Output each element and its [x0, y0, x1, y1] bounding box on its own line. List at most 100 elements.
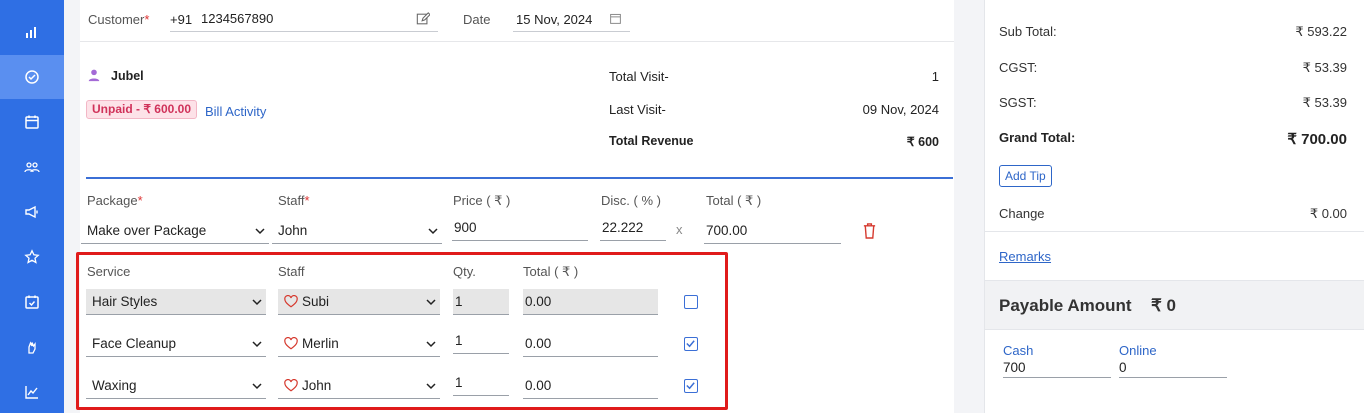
service-staff-select[interactable]: Subi	[278, 289, 440, 315]
package-staff-label: Staff*	[278, 193, 310, 208]
unpaid-badge: Unpaid - ₹ 600.00	[86, 100, 197, 119]
payable-value: ₹ 0	[1151, 296, 1176, 315]
package-value: Make over Package	[87, 223, 207, 238]
online-label: Online	[1119, 343, 1157, 358]
nav-reports[interactable]	[0, 370, 64, 413]
service-staff-value: Subi	[302, 294, 330, 309]
total-visit-value: 1	[931, 69, 939, 84]
payable-label: Payable Amount	[999, 296, 1132, 315]
qty-header: Qty.	[453, 264, 476, 279]
chevron-down-icon	[426, 341, 436, 348]
chevron-down-icon	[252, 299, 262, 306]
change-label: Change	[999, 206, 1045, 221]
service-total-header: Total ( ₹ )	[523, 264, 579, 279]
edit-icon[interactable]	[416, 12, 430, 26]
checkmark-icon	[686, 382, 695, 390]
total-revenue-value: ₹ 600	[906, 135, 939, 149]
trend-icon	[25, 386, 38, 399]
service-staff-select[interactable]: John	[278, 373, 440, 399]
chevron-down-icon	[255, 228, 265, 235]
divider	[985, 231, 1364, 232]
divider	[80, 41, 954, 42]
service-checkbox[interactable]	[684, 295, 698, 309]
chevron-down-icon	[426, 299, 436, 306]
remarks-link[interactable]: Remarks	[999, 249, 1051, 264]
add-tip-button[interactable]: Add Tip	[999, 165, 1052, 187]
service-total-input[interactable]: 0.00	[523, 373, 658, 399]
service-staff-value: Merlin	[302, 336, 339, 351]
calendar-icon[interactable]	[609, 12, 622, 25]
service-checkbox[interactable]	[684, 379, 698, 393]
chart-bars-icon	[26, 27, 36, 38]
hand-icon	[28, 341, 36, 354]
nav-appointments[interactable]	[0, 280, 64, 324]
nav-marketing[interactable]	[0, 190, 64, 234]
megaphone-icon	[25, 205, 38, 219]
service-checkbox[interactable]	[684, 337, 698, 351]
service-value: Face Cleanup	[92, 336, 177, 351]
payable-bar: Payable Amount ₹ 0	[985, 280, 1364, 330]
total-visit-label: Total Visit-	[609, 69, 669, 84]
grand-total-row: Grand Total: ₹ 700.00	[999, 130, 1347, 148]
qty-input[interactable]: 1	[453, 289, 509, 315]
grand-total-value: ₹ 700.00	[1287, 131, 1347, 148]
user-icon	[88, 69, 100, 82]
phone-underline	[170, 31, 438, 32]
billing-form: Customer* +91 1234567890 Date 15 Nov, 20…	[76, 0, 954, 413]
total-input[interactable]: 700.00	[704, 218, 841, 244]
qty-input[interactable]: 1	[453, 370, 509, 396]
service-select[interactable]: Hair Styles	[86, 289, 266, 315]
chevron-down-icon	[428, 228, 438, 235]
sgst-label: SGST:	[999, 95, 1037, 110]
chevron-down-icon	[252, 341, 262, 348]
summary-panel: Sub Total: ₹ 593.22 CGST: ₹ 53.39 SGST: ₹ 5…	[984, 0, 1364, 413]
sub-total-value: ₹ 593.22	[1295, 24, 1347, 39]
change-row: Change ₹ 0.00	[999, 206, 1347, 222]
service-select[interactable]: Face Cleanup	[86, 331, 266, 357]
nav-reviews[interactable]	[0, 235, 64, 279]
calendar-icon	[25, 115, 39, 129]
package-staff-value: John	[278, 223, 308, 238]
discount-label: Disc. ( % )	[601, 193, 661, 208]
qty-input[interactable]: 1	[453, 328, 509, 354]
section-divider	[86, 177, 953, 179]
total-revenue-label: Total Revenue	[609, 134, 694, 148]
online-input[interactable]: 0	[1119, 360, 1227, 378]
nav-customers[interactable]	[0, 145, 64, 189]
package-select[interactable]: Make over Package	[81, 218, 269, 244]
chevron-down-icon	[426, 383, 436, 390]
price-label: Price ( ₹ )	[453, 193, 511, 208]
date-underline	[513, 31, 630, 32]
service-value: Waxing	[92, 378, 137, 393]
grand-total-label: Grand Total:	[999, 130, 1076, 145]
service-staff-header: Staff	[278, 264, 305, 279]
package-label: Package*	[87, 193, 143, 208]
service-staff-select[interactable]: Merlin	[278, 331, 440, 357]
nav-billing[interactable]	[0, 55, 64, 99]
bill-activity-link[interactable]: Bill Activity	[205, 104, 266, 119]
cgst-label: CGST:	[999, 60, 1038, 75]
price-input[interactable]: 900	[452, 215, 588, 241]
nav-calendar[interactable]	[0, 100, 64, 144]
cash-input[interactable]: 700	[1003, 360, 1111, 378]
discount-input[interactable]: 22.222	[600, 215, 666, 241]
country-code: +91	[170, 12, 193, 27]
package-staff-select[interactable]: John	[272, 218, 442, 244]
last-visit-label: Last Visit-	[609, 102, 666, 117]
service-select[interactable]: Waxing	[86, 373, 266, 399]
total-label: Total ( ₹ )	[706, 193, 762, 208]
service-header: Service	[87, 264, 131, 279]
nav-dashboard[interactable]	[0, 10, 64, 54]
date-input[interactable]: 15 Nov, 2024	[516, 12, 592, 27]
app: Customer* +91 1234567890 Date 15 Nov, 20…	[0, 0, 1364, 413]
date-label: Date	[463, 12, 491, 27]
service-total-input[interactable]: 0.00	[523, 331, 658, 357]
service-total-input[interactable]: 0.00	[523, 289, 658, 315]
customer-phone-input[interactable]: 1234567890	[201, 11, 273, 26]
check-circle-icon	[25, 70, 39, 84]
trash-icon[interactable]	[862, 222, 877, 239]
nav-services[interactable]	[0, 325, 64, 369]
multiply-mark: x	[676, 222, 683, 237]
last-visit-value: 09 Nov, 2024	[862, 102, 939, 117]
sidebar	[0, 0, 64, 413]
